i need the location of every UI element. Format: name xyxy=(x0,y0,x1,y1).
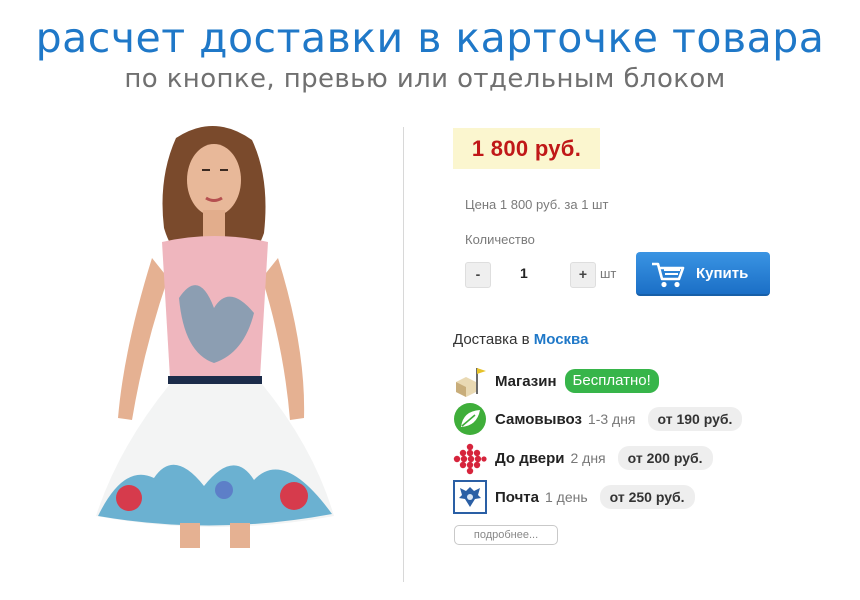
vertical-divider xyxy=(403,127,404,582)
delivery-heading: Доставка в Москва xyxy=(453,331,588,348)
delivery-option-days: 2 дня xyxy=(570,450,606,466)
quantity-unit: шт xyxy=(600,266,617,281)
delivery-option-days: 1 день xyxy=(544,489,588,505)
shopping-cart-icon xyxy=(652,262,685,288)
quantity-decrease-button[interactable]: - xyxy=(465,262,491,288)
delivery-option-store[interactable]: Магазин Бесплатно! xyxy=(453,366,659,397)
more-details-button[interactable]: подробнее... xyxy=(454,525,558,545)
delivery-option-courier[interactable]: До двери 2 дня от 200 руб. xyxy=(453,443,713,475)
buy-button-label: Купить xyxy=(696,265,749,282)
pickup-leaf-icon xyxy=(454,403,486,435)
delivery-option-days: 1-3 дня xyxy=(587,411,636,427)
store-flag-icon xyxy=(456,368,486,397)
delivery-option-pickup[interactable]: Самовывоз 1-3 дня от 190 руб. xyxy=(453,403,743,435)
delivery-heading-prefix: Доставка в xyxy=(453,331,534,348)
delivery-option-post[interactable]: Почта 1 день от 250 руб. xyxy=(453,480,695,514)
delivery-option-name: Почта xyxy=(495,488,539,506)
free-badge: Бесплатно! xyxy=(564,369,659,393)
quantity-increase-button[interactable]: + xyxy=(570,262,596,288)
delivery-option-price: от 250 руб. xyxy=(599,485,695,509)
price-badge: 1 800 руб. xyxy=(453,128,600,169)
banner-subtitle: по кнопке, превью или отдельным блоком xyxy=(124,64,726,94)
russian-post-eagle-icon xyxy=(453,480,487,514)
price-per-unit: Цена 1 800 руб. за 1 шт xyxy=(465,197,609,212)
product-photo xyxy=(96,125,334,548)
banner-title: расчет доставки в карточке товара xyxy=(35,14,825,62)
delivery-option-name: Самовывоз xyxy=(495,410,582,428)
quantity-value[interactable]: 1 xyxy=(520,265,528,281)
buy-button[interactable]: Купить xyxy=(636,252,770,296)
delivery-option-name: Магазин xyxy=(495,372,557,390)
courier-dots-icon xyxy=(453,443,487,475)
delivery-option-price: от 200 руб. xyxy=(617,446,713,470)
delivery-option-name: До двери xyxy=(495,449,565,467)
city-link[interactable]: Москва xyxy=(534,331,589,348)
delivery-option-price: от 190 руб. xyxy=(647,407,743,431)
quantity-label: Количество xyxy=(465,232,535,247)
